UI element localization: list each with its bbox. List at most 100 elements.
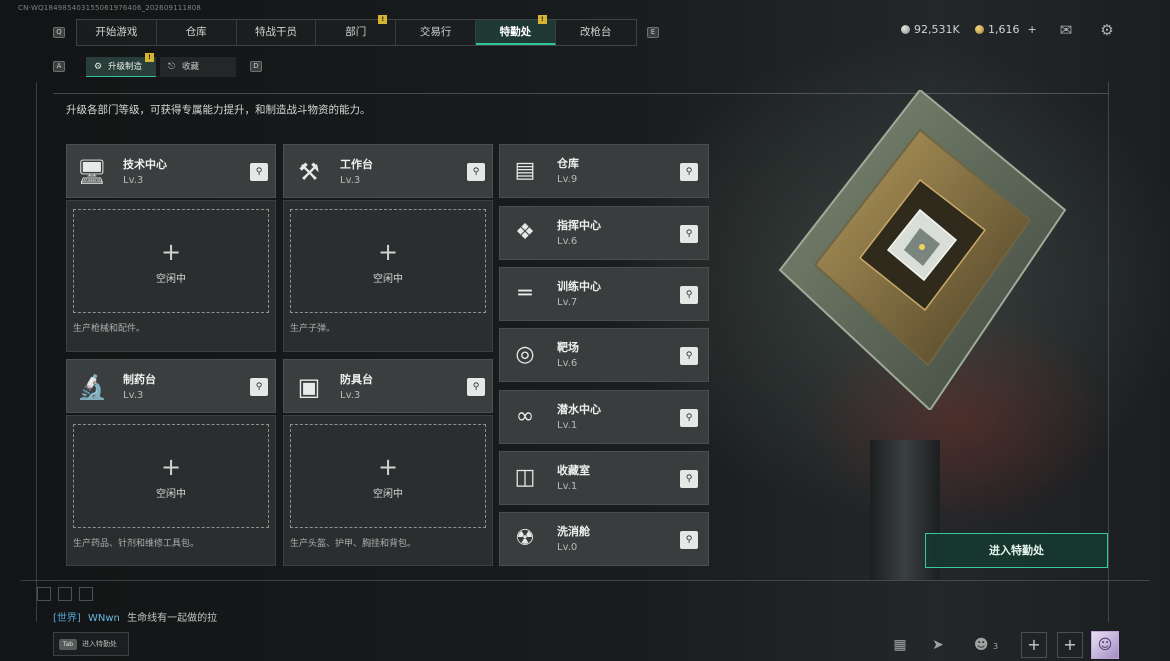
workshop-description: 生产头盔、护甲、胸挂和背包。 [290,539,417,549]
magnify-icon[interactable]: ⚲ [680,286,698,304]
chat-channel: [世界] [53,613,81,624]
magnify-icon[interactable]: ⚲ [680,225,698,243]
chat-user[interactable]: WNwn [88,613,120,624]
command-icon: ❖ [515,220,535,245]
chat-text: 生命线有一起做的拉 [127,613,218,624]
diving-mask-icon: ∞ [515,404,535,429]
tab-gunsmith[interactable]: 改枪台 [556,20,636,45]
dumbbell-icon: ═ [518,281,532,306]
facility-decontamination[interactable]: ☢ 洗消舱 Lv.0 ⚲ [499,512,709,566]
workshop-name: 技术中心 [123,158,167,171]
facility-level: Lv.6 [557,236,578,247]
magnify-icon[interactable]: ⚲ [680,409,698,427]
facility-collection-room[interactable]: ◫ 收藏室 Lv.1 ⚲ [499,451,709,505]
facility-shooting-range[interactable]: ◎ 靶场 Lv.6 ⚲ [499,328,709,382]
armor-icon: ▣ [297,373,321,401]
workshop-pharmacy-header[interactable]: 🔬 制药台 Lv.3 ⚲ [66,359,276,413]
plus-icon: + [377,453,399,481]
quick-slot[interactable] [37,587,51,601]
nav-next-key[interactable]: E [647,27,659,38]
workshop-name: 防具台 [340,373,373,386]
facility-diving-center[interactable]: ∞ 潜水中心 Lv.1 ⚲ [499,390,709,444]
tab-shortcut-hint[interactable]: Tab 进入特勤处 [53,632,129,656]
facility-name: 潜水中心 [557,403,601,416]
gold-currency[interactable]: 1,616 + [975,23,1037,36]
facility-name: 收藏室 [557,464,590,477]
silver-amount: 92,531K [914,23,960,36]
mail-icon[interactable]: ✉ [1056,21,1076,39]
magnify-icon[interactable]: ⚲ [250,378,268,396]
gun-icon[interactable]: ➤ [926,634,950,656]
magnify-icon[interactable]: ⚲ [680,531,698,549]
build-id: CN-WQ184985403155061976406_202609111808 [18,4,202,12]
alert-badge: ! [145,53,154,62]
facility-level: Lv.1 [557,481,578,492]
workshop-workbench-slot: + 空闲中 生产子弹。 [283,200,493,352]
facility-training-center[interactable]: ═ 训练中心 Lv.7 ⚲ [499,267,709,321]
gear-icon[interactable]: ⚙ [1097,21,1117,39]
chat-message[interactable]: [世界] WNwn 生命线有一起做的拉 [53,609,217,624]
facility-level: Lv.6 [557,358,578,369]
tab-exchange[interactable]: 交易行 [396,20,476,45]
frame-line [1108,82,1109,622]
gold-add-button[interactable]: + [1028,23,1037,36]
magnify-icon[interactable]: ⚲ [680,470,698,488]
tab-special-ops[interactable]: 特勤处! [475,15,556,45]
add-button[interactable]: + [1057,632,1083,658]
workshop-workbench-header[interactable]: ⚒ 工作台 Lv.3 ⚲ [283,144,493,198]
alert-badge: ! [378,15,388,24]
tab-operators[interactable]: 特战干员 [237,20,317,45]
magnify-icon[interactable]: ⚲ [467,378,485,396]
gold-coin-icon [975,25,984,34]
tab-warehouse[interactable]: 仓库 [157,20,237,45]
magnify-icon[interactable]: ⚲ [680,347,698,365]
subnav-prev-key[interactable]: A [53,61,65,72]
quick-slot[interactable] [58,587,72,601]
magnify-icon[interactable]: ⚲ [250,163,268,181]
subtab-collection[interactable]: ⎋ 收藏 [160,57,236,77]
production-slot[interactable]: + 空闲中 [290,209,486,313]
production-slot[interactable]: + 空闲中 [73,424,269,528]
magnify-icon[interactable]: ⚲ [467,163,485,181]
bar-chart-icon[interactable]: ▦ [888,634,912,656]
slot-status: 空闲中 [156,489,186,500]
workshop-name: 工作台 [340,158,373,171]
workshop-armor-bench-header[interactable]: ▣ 防具台 Lv.3 ⚲ [283,359,493,413]
workshop-armor-bench-slot: + 空闲中 生产头盔、护甲、胸挂和背包。 [283,415,493,566]
tab-key: Tab [59,639,77,650]
facility-warehouse[interactable]: ▤ 仓库 Lv.9 ⚲ [499,144,709,198]
warehouse-icon: ▤ [514,158,536,183]
workshop-description: 生产药品、针剂和维修工具包。 [73,539,200,549]
workshop-tech-center-slot: + 空闲中 生产枪械和配件。 [66,200,276,352]
avatar[interactable]: ☺ [1091,631,1119,659]
magnify-icon[interactable]: ⚲ [680,163,698,181]
tab-hint-label: 进入特勤处 [82,640,117,648]
computer-icon: 🖥 [76,158,108,186]
facility-command-center[interactable]: ❖ 指挥中心 Lv.6 ⚲ [499,206,709,260]
production-slot[interactable]: + 空闲中 [290,424,486,528]
subnav-next-key[interactable]: D [250,61,262,72]
facility-name: 洗消舱 [557,525,590,538]
tab-department[interactable]: 部门! [316,15,397,45]
friends-count: 3 [992,642,999,651]
silver-currency: 92,531K [901,23,960,36]
workshop-level: Lv.3 [340,390,361,401]
workshop-level: Lv.3 [123,390,144,401]
plus-icon: + [377,238,399,266]
workshop-tech-center-header[interactable]: 🖥 技术中心 Lv.3 ⚲ [66,144,276,198]
production-slot[interactable]: + 空闲中 [73,209,269,313]
friends-button[interactable]: ☻ 3 [970,634,1002,656]
slot-status: 空闲中 [156,274,186,285]
facility-name: 训练中心 [557,280,601,293]
add-button[interactable]: + [1021,632,1047,658]
silver-coin-icon [901,25,910,34]
facility-name: 指挥中心 [557,219,601,232]
nav-prev-key[interactable]: Q [53,27,65,38]
quick-slot[interactable] [79,587,93,601]
enter-special-ops-button[interactable]: 进入特勤处 [925,533,1108,568]
slot-status: 空闲中 [373,274,403,285]
tab-start-game[interactable]: 开始游戏 [77,20,157,45]
collection-icon: ◫ [514,465,536,490]
subtab-upgrade[interactable]: ⚙ 升级制造 ! [86,53,156,77]
workshop-level: Lv.3 [123,175,144,186]
